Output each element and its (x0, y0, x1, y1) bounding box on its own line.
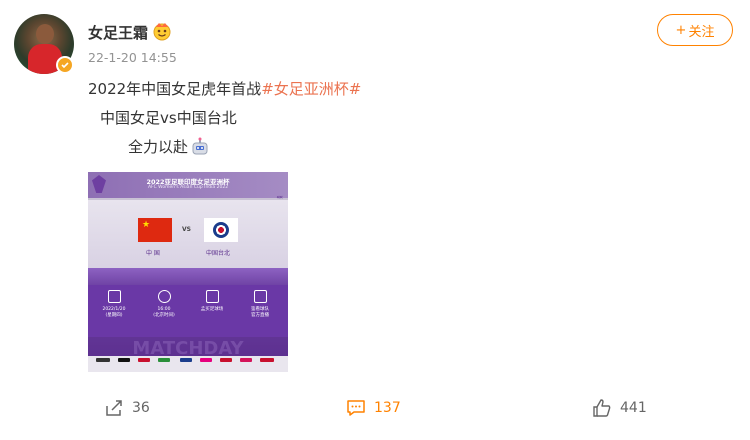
team-home-label: 中 国 (146, 250, 160, 257)
share-count: 36 (132, 400, 150, 416)
share-button[interactable]: 36 (104, 398, 150, 418)
poster-subtitle: AFC Women's Asian Cup India 2022 (147, 185, 229, 190)
robot-emoji-icon (192, 137, 208, 154)
comment-icon (347, 400, 365, 416)
sponsor-logo (118, 358, 130, 362)
plus-icon: + (675, 22, 687, 38)
info-venue-text: 孟买足球场 (200, 307, 224, 312)
info-time: 16:00 (北京时间) (144, 290, 184, 319)
follow-button[interactable]: + 关注 (657, 14, 733, 46)
calendar-icon (107, 290, 121, 303)
info-live: 鉴看球队 官方直播 (240, 290, 280, 319)
post-text-line3-label: 全力以赴 (128, 138, 189, 156)
poster-teams-panel (88, 200, 288, 270)
sponsor-logo (158, 358, 170, 362)
like-count: 441 (620, 400, 647, 416)
sponsor-logo (180, 358, 192, 362)
clock-icon (157, 290, 171, 303)
info-live-text: 鉴看球队 官方直播 (251, 307, 269, 318)
post-image-poster[interactable]: 2022亚足联印度女足亚洲杯 AFC Women's Asian Cup Ind… (88, 172, 288, 372)
hashtag-link[interactable]: #女足亚洲杯# (261, 80, 361, 98)
post-timestamp[interactable]: 22-1-20 14:55 (88, 50, 177, 65)
follow-label: 关注 (688, 24, 715, 40)
post-text-line3: 全力以赴 (128, 136, 210, 157)
poster-arrows: ‹‹‹‹ (276, 194, 283, 201)
fan-badge-icon (153, 23, 171, 41)
china-flag-icon: ★ (138, 218, 172, 242)
thumbs-up-icon (593, 399, 611, 417)
comment-count: 137 (374, 400, 401, 416)
comment-button[interactable]: 137 (346, 398, 401, 418)
sponsor-logo (240, 358, 252, 362)
username[interactable]: 女足王霜 (88, 22, 148, 43)
like-button[interactable]: 441 (592, 398, 647, 418)
live-icon (253, 290, 267, 303)
sponsor-logo (260, 358, 274, 362)
team-away-label: 中国台北 (206, 250, 231, 257)
post-text-line1: 2022年中国女足虎年首战#女足亚洲杯# (88, 78, 361, 99)
sponsor-logo (96, 358, 110, 362)
share-icon (106, 400, 122, 416)
sponsor-logo (220, 358, 232, 362)
post-text-prefix: 2022年中国女足虎年首战 (88, 80, 262, 98)
info-date: 2022/1/20 (星期四) (94, 290, 134, 319)
avatar-head (36, 24, 54, 44)
pitch-icon (205, 290, 219, 303)
sponsor-logo (200, 358, 212, 362)
chinese-taipei-flag-icon (204, 218, 238, 242)
sponsor-logo (138, 358, 150, 362)
info-date-text: 2022/1/20 (星期四) (102, 307, 126, 318)
post-text-line2: 中国女足vs中国台北 (100, 109, 237, 127)
poster-vs: VS (182, 226, 191, 233)
verified-badge-icon (56, 56, 74, 74)
info-venue: 孟买足球场 (192, 290, 232, 313)
info-time-text: 16:00 (北京时间) (153, 307, 175, 318)
